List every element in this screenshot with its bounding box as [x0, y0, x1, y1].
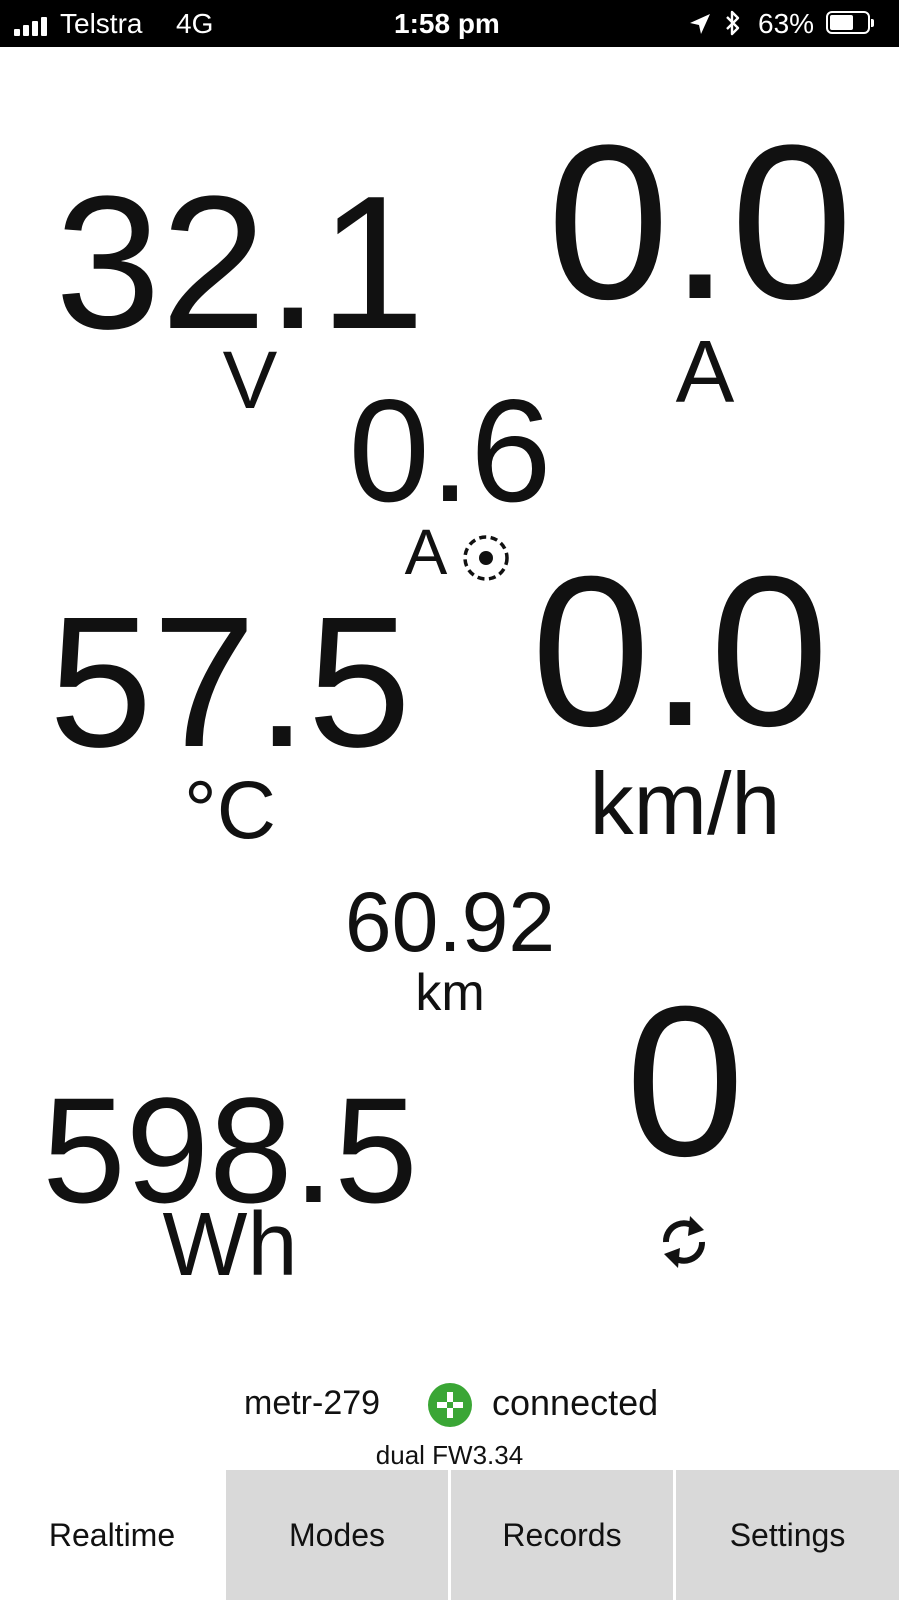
- device-name: metr-279: [244, 1384, 381, 1422]
- temperature-value: 57.5: [48, 579, 411, 786]
- bluetooth-icon: [726, 10, 740, 36]
- location-arrow-icon: [690, 14, 710, 34]
- refresh-icon[interactable]: [654, 1208, 714, 1276]
- tab-modes[interactable]: Modes: [226, 1470, 448, 1600]
- temperature-unit: °C: [183, 765, 276, 856]
- signal-icon: [14, 14, 54, 36]
- tab-realtime-label: Realtime: [48, 1516, 176, 1553]
- speed-value: 0.0: [531, 532, 829, 771]
- connection-row: metr-279 connected: [0, 1380, 899, 1427]
- tab-records-label: Records: [502, 1516, 622, 1553]
- connection-status-icon: [428, 1383, 472, 1427]
- phase-current-value: 0.6: [348, 369, 552, 532]
- current-unit: A: [675, 322, 735, 421]
- network-type: 4G: [176, 8, 214, 39]
- tab-records[interactable]: Records: [451, 1470, 673, 1600]
- carrier-name: Telstra: [60, 8, 143, 39]
- voltage-value: 32.1: [55, 157, 425, 369]
- battery-percent: 63%: [758, 8, 815, 39]
- clock: 1:58 pm: [394, 8, 500, 39]
- speed-unit: km/h: [589, 754, 781, 853]
- tab-modes-label: Modes: [288, 1516, 386, 1553]
- cycles-value: 0: [625, 962, 745, 1201]
- current-value: 0.0: [547, 99, 853, 345]
- tab-realtime[interactable]: Realtime: [0, 1470, 224, 1600]
- status-bar: Telstra 4G 1:58 pm 63%: [0, 0, 899, 47]
- phase-current-unit: A: [404, 516, 448, 588]
- distance-unit: km: [415, 964, 485, 1022]
- battery-icon: [826, 11, 876, 36]
- tab-settings[interactable]: Settings: [676, 1470, 899, 1600]
- distance-value: 60.92: [344, 875, 556, 969]
- connection-status: connected: [492, 1382, 659, 1423]
- tab-settings-label: Settings: [729, 1516, 846, 1553]
- tab-bar: Realtime Modes Records Settings: [0, 1470, 899, 1600]
- energy-unit: Wh: [162, 1195, 298, 1295]
- firmware-version: dual FW3.34: [375, 1440, 524, 1470]
